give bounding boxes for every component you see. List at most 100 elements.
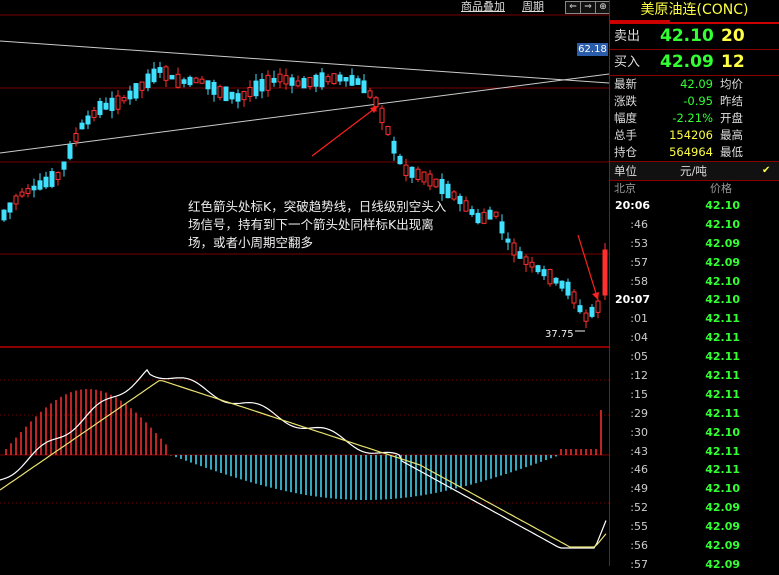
candle-body — [307, 76, 313, 88]
candle-body — [355, 78, 361, 85]
candle-body — [139, 81, 145, 91]
buy-volume: 12 — [721, 52, 745, 72]
candle-body — [169, 74, 175, 80]
candle-body — [547, 269, 553, 285]
candle-body — [67, 144, 73, 159]
candle-body — [319, 72, 325, 88]
tick-list[interactable]: 20:06 42.10:46 42.10:53 42.09:57 42.09:58 42.… — [610, 197, 779, 575]
buy-price: 42.09 — [660, 52, 714, 72]
stat-label: 最新 — [614, 77, 637, 91]
buy-row[interactable]: 买入 42.09 12 — [610, 50, 779, 75]
candle-body — [337, 74, 343, 82]
period-button[interactable]: 周期 — [522, 0, 544, 14]
candle-body — [391, 140, 397, 154]
tick-time: :46 — [630, 463, 648, 477]
candle-body — [235, 93, 241, 102]
sell-volume: 20 — [721, 26, 745, 46]
candle-body — [313, 74, 319, 87]
tick-row: :57 42.09 — [610, 254, 779, 273]
price-header: 价格 — [710, 182, 732, 195]
stat-right-label: 开盘 — [720, 111, 743, 125]
candle-body — [499, 221, 505, 234]
stat-value: 564964 — [669, 145, 713, 159]
candle-body — [325, 76, 331, 83]
candle-body — [37, 180, 43, 190]
sell-row[interactable]: 卖出 42.10 20 — [610, 24, 779, 49]
tick-time: :56 — [630, 539, 648, 553]
candle-body — [73, 132, 79, 142]
tick-time: 20:07 — [614, 293, 650, 307]
candle-body — [511, 242, 517, 256]
candle-body — [421, 171, 427, 183]
tick-row: :58 42.10 — [610, 273, 779, 292]
stat-label: 持仓 — [614, 145, 637, 159]
low-price-label: 37.75 — [545, 329, 574, 340]
tick-price: 42.09 — [705, 236, 740, 250]
stat-row: 持仓 564964 最低 — [610, 144, 779, 161]
tick-header: 北京 价格 — [610, 181, 779, 197]
candle-body — [517, 251, 523, 259]
sell-price: 42.10 — [660, 26, 714, 46]
candle-body — [211, 81, 217, 95]
candle-body — [205, 80, 211, 90]
candle-body — [271, 77, 277, 83]
tick-time: :01 — [630, 312, 648, 326]
nav-prev-button[interactable]: ⇐ — [565, 1, 581, 14]
candle-body — [445, 183, 451, 199]
candle-body — [7, 202, 13, 213]
candle-body — [163, 66, 169, 81]
tick-price: 42.10 — [705, 199, 740, 212]
candle-body — [97, 100, 103, 116]
kline-chart-area[interactable]: 商品叠加 周期 ⇐ ⇒ ⊕ 62.18 37.75 红色箭头处标K，突破趋势线，… — [0, 0, 611, 566]
candle-body — [433, 178, 439, 188]
tick-time: :49 — [630, 482, 648, 496]
tick-time: :30 — [630, 425, 648, 439]
candle-body — [397, 155, 403, 165]
unit-row: 单位 元/吨 ✔ — [610, 161, 779, 181]
candle-body — [283, 75, 289, 85]
candle-body — [571, 291, 577, 304]
kline-chart-svg[interactable] — [0, 0, 609, 566]
candle-body — [247, 87, 253, 97]
candle-body — [85, 115, 91, 125]
tick-row: :46 42.11 — [610, 461, 779, 480]
tick-row: :43 42.11 — [610, 443, 779, 462]
candle-body — [193, 77, 199, 84]
candle-body — [487, 209, 493, 220]
candle-body — [103, 102, 109, 110]
unit-toggle-icon[interactable]: ✔ — [762, 162, 770, 180]
candle-body — [121, 97, 127, 102]
overlay-product-button[interactable]: 商品叠加 — [461, 0, 505, 14]
candle-body — [217, 86, 223, 98]
nav-next-button[interactable]: ⇒ — [580, 1, 596, 14]
tick-time: :05 — [630, 350, 648, 364]
stat-right-label: 最高 — [720, 128, 743, 142]
candle-body — [253, 80, 259, 97]
tick-row: :53 42.09 — [610, 235, 779, 254]
candle-body — [223, 86, 229, 102]
stat-label: 幅度 — [614, 111, 637, 125]
candle-body — [475, 212, 481, 224]
annotation-text: 红色箭头处标K，突破趋势线，日线级别空头入场信号，持有到下一个箭头处同样标K出现… — [188, 199, 447, 250]
tick-price: 42.09 — [705, 255, 740, 269]
candle-body — [535, 265, 541, 273]
buy-label: 买入 — [614, 55, 641, 70]
candle-body — [277, 73, 283, 83]
candle-body — [61, 161, 67, 170]
candle-body — [295, 80, 301, 87]
candle-body — [349, 75, 355, 86]
tick-price: 42.11 — [705, 312, 740, 326]
tick-price: 42.10 — [705, 293, 740, 307]
candle-body — [199, 78, 205, 84]
tick-time: :53 — [630, 236, 648, 250]
tick-row: :04 42.11 — [610, 329, 779, 348]
tick-time: :57 — [630, 557, 648, 571]
tick-row: :46 42.10 — [610, 216, 779, 235]
stat-value: 42.09 — [680, 77, 713, 91]
tick-row: :29 42.11 — [610, 405, 779, 424]
candle-body — [505, 238, 511, 243]
tick-price: 42.11 — [705, 406, 740, 420]
stat-row: 总手 154206 最高 — [610, 127, 779, 144]
candle-body — [427, 173, 433, 187]
tick-price: 42.11 — [705, 350, 740, 364]
